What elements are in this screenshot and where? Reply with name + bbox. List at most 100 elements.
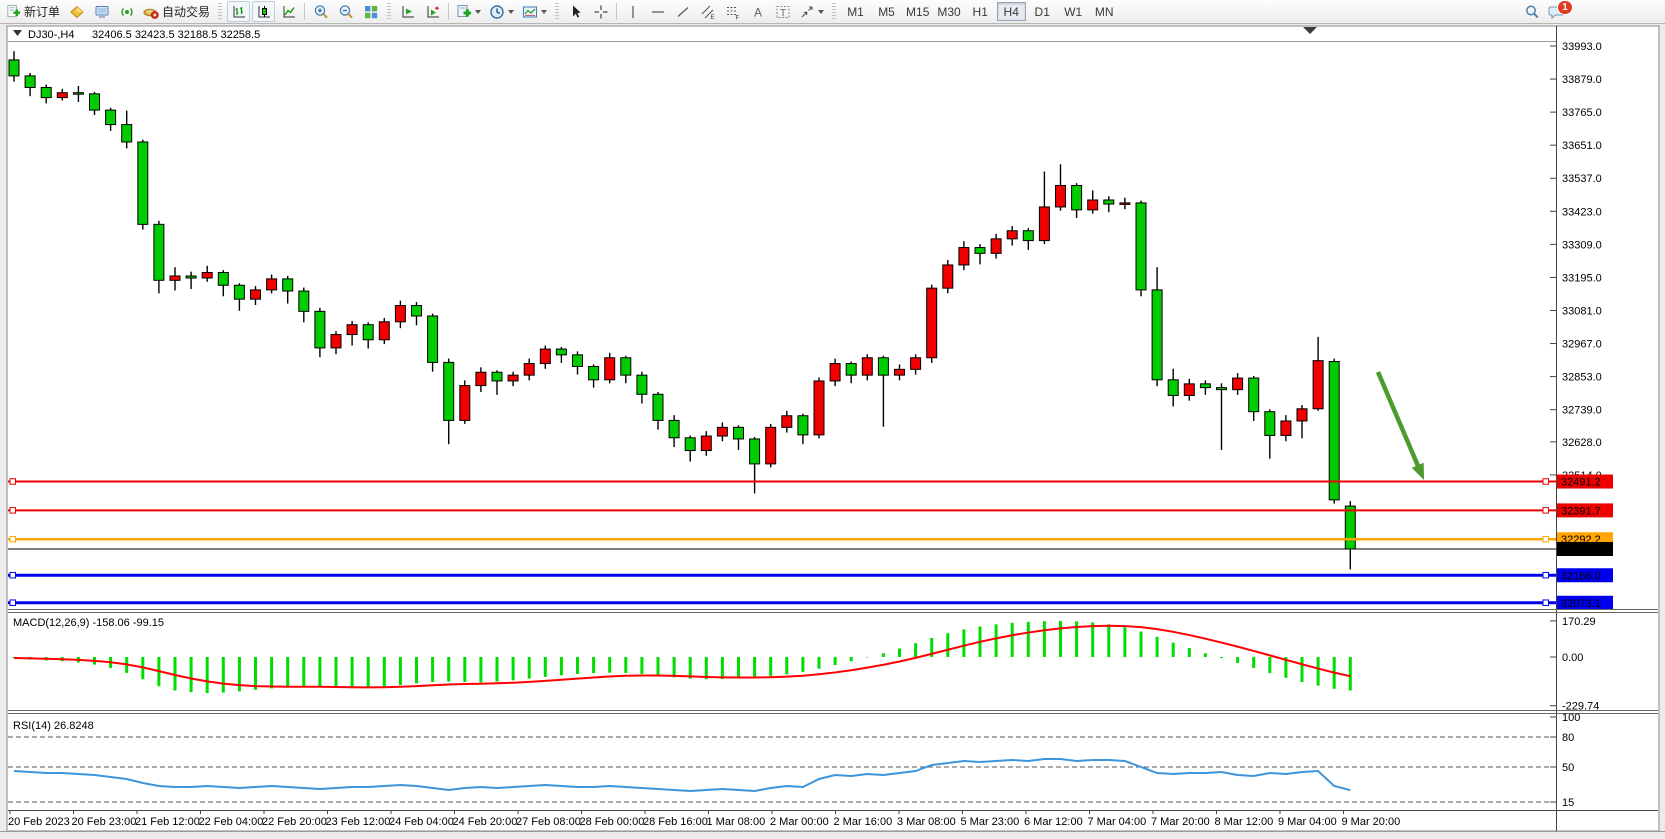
- svg-text:F: F: [735, 15, 739, 20]
- status-strip: [0, 832, 1665, 839]
- terminal-button[interactable]: [90, 1, 113, 22]
- zoom-out-button[interactable]: [334, 1, 357, 22]
- line-chart-button[interactable]: [277, 1, 300, 22]
- auto-trading-button[interactable]: 自动交易: [140, 1, 213, 22]
- bar-chart-button[interactable]: [227, 1, 250, 22]
- price-tick-label: 32853.0: [1562, 372, 1602, 384]
- horizontal-line-button[interactable]: [646, 1, 669, 22]
- signal-icon: [119, 4, 135, 20]
- chat-badge: 1: [1557, 0, 1573, 15]
- auto-scroll-icon: [400, 4, 416, 20]
- line-handle[interactable]: [1543, 600, 1549, 606]
- chart-shift-button[interactable]: [421, 1, 444, 22]
- period-button[interactable]: [486, 1, 517, 22]
- toolbar-separator: [616, 3, 617, 20]
- price-tick-label: 33195.0: [1562, 272, 1602, 284]
- zoom-in-icon: [313, 4, 329, 20]
- time-tick-label: 5 Mar 23:00: [961, 816, 1020, 828]
- chart-caption: DJ30-,H432406.5 32423.5 32188.5 32258.5: [13, 29, 260, 41]
- chevron-down-icon: [818, 10, 824, 14]
- candle: [766, 424, 776, 468]
- candle: [138, 140, 148, 230]
- time-tick-label: 3 Mar 08:00: [897, 816, 956, 828]
- price-label-text: 32168.0: [1561, 570, 1601, 582]
- signal-button[interactable]: [115, 1, 138, 22]
- price-tick-label: 33651.0: [1562, 140, 1602, 152]
- timeframe-m1-button[interactable]: M1: [841, 2, 870, 21]
- candle: [379, 318, 389, 344]
- time-tick-label: 28 Feb 00:00: [580, 816, 645, 828]
- line-handle[interactable]: [10, 600, 16, 606]
- line-handle[interactable]: [1543, 479, 1549, 485]
- text-label-button[interactable]: T: [771, 1, 794, 22]
- toolbar-separator: [448, 3, 449, 20]
- trendline-button[interactable]: [671, 1, 694, 22]
- time-tick-label: 2 Mar 16:00: [834, 816, 893, 828]
- line-handle[interactable]: [1543, 508, 1549, 514]
- timeframe-m30-button[interactable]: M30: [934, 2, 963, 21]
- time-tick-label: 9 Mar 04:00: [1278, 816, 1337, 828]
- auto-trading-icon: [143, 4, 159, 20]
- line-handle[interactable]: [10, 572, 16, 578]
- template-button[interactable]: [519, 1, 550, 22]
- crosshair-icon: [593, 4, 609, 20]
- fibonacci-button[interactable]: F: [721, 1, 744, 22]
- cursor-button[interactable]: [564, 1, 587, 22]
- timeframe-mn-button[interactable]: MN: [1090, 2, 1119, 21]
- new-chart-button[interactable]: [453, 1, 484, 22]
- line-handle[interactable]: [1543, 572, 1549, 578]
- arrows-button[interactable]: [796, 1, 827, 22]
- timeframe-m15-button[interactable]: M15: [903, 2, 932, 21]
- text-label-icon: T: [775, 4, 791, 20]
- fibonacci-icon: F: [725, 4, 741, 20]
- rsi-scale-label: 80: [1562, 732, 1574, 744]
- auto-scroll-button[interactable]: [396, 1, 419, 22]
- line-chart-icon: [281, 4, 297, 20]
- price-label-text: 32491.2: [1561, 477, 1601, 489]
- price-label-text: 32391.7: [1561, 505, 1601, 517]
- chevron-down-icon: [475, 10, 481, 14]
- line-handle[interactable]: [10, 508, 16, 514]
- text-icon: A: [750, 4, 766, 20]
- macd-label: MACD(12,26,9) -158.06 -99.15: [13, 617, 164, 629]
- line-handle[interactable]: [1543, 536, 1549, 542]
- vertical-line-button[interactable]: [621, 1, 644, 22]
- candlestick-chart-button[interactable]: [252, 1, 275, 22]
- timeframe-w1-button[interactable]: W1: [1059, 2, 1088, 21]
- zoom-in-button[interactable]: [309, 1, 332, 22]
- timeframe-h1-button[interactable]: H1: [966, 2, 995, 21]
- crosshair-button[interactable]: [589, 1, 612, 22]
- chart-canvas: DJ30-,H432406.5 32423.5 32188.5 32258.53…: [0, 25, 1665, 839]
- timeframe-d1-button[interactable]: D1: [1028, 2, 1057, 21]
- time-tick-label: 9 Mar 20:00: [1342, 816, 1401, 828]
- time-tick-label: 27 Feb 08:00: [516, 816, 581, 828]
- rsi-scale-label: 50: [1562, 762, 1574, 774]
- new-order-button[interactable]: 新订单: [3, 1, 63, 22]
- toolbar-separator: [304, 3, 305, 20]
- price-tick-label: 32739.0: [1562, 405, 1602, 417]
- market-watch-button[interactable]: [65, 1, 88, 22]
- time-tick-label: 21 Feb 12:00: [135, 816, 200, 828]
- cursor-icon: [568, 4, 584, 20]
- rsi-scale-label: 100: [1562, 712, 1580, 724]
- price-tick-label: 33879.0: [1562, 74, 1602, 86]
- search-button[interactable]: [1520, 1, 1543, 22]
- price-tick-label: 33993.0: [1562, 41, 1602, 53]
- time-tick-label: 22 Feb 04:00: [199, 816, 264, 828]
- timeframe-m5-button[interactable]: M5: [872, 2, 901, 21]
- time-tick-label: 22 Feb 20:00: [262, 816, 327, 828]
- tile-windows-icon: [363, 4, 379, 20]
- ohlc-readout: 32406.5 32423.5 32188.5 32258.5: [92, 29, 260, 41]
- gold-icon: [69, 4, 85, 20]
- price-tick-label: 33423.0: [1562, 206, 1602, 218]
- timeframe-h4-button[interactable]: H4: [997, 2, 1026, 21]
- line-handle[interactable]: [10, 536, 16, 542]
- line-handle[interactable]: [10, 479, 16, 485]
- tile-windows-button[interactable]: [359, 1, 382, 22]
- chat-button[interactable]: 1: [1545, 1, 1568, 22]
- time-tick-label: 6 Mar 12:00: [1024, 816, 1083, 828]
- time-tick-label: 24 Feb 04:00: [389, 816, 454, 828]
- equidistant-channel-button[interactable]: E: [696, 1, 719, 22]
- text-button[interactable]: A: [746, 1, 769, 22]
- candle: [943, 260, 953, 293]
